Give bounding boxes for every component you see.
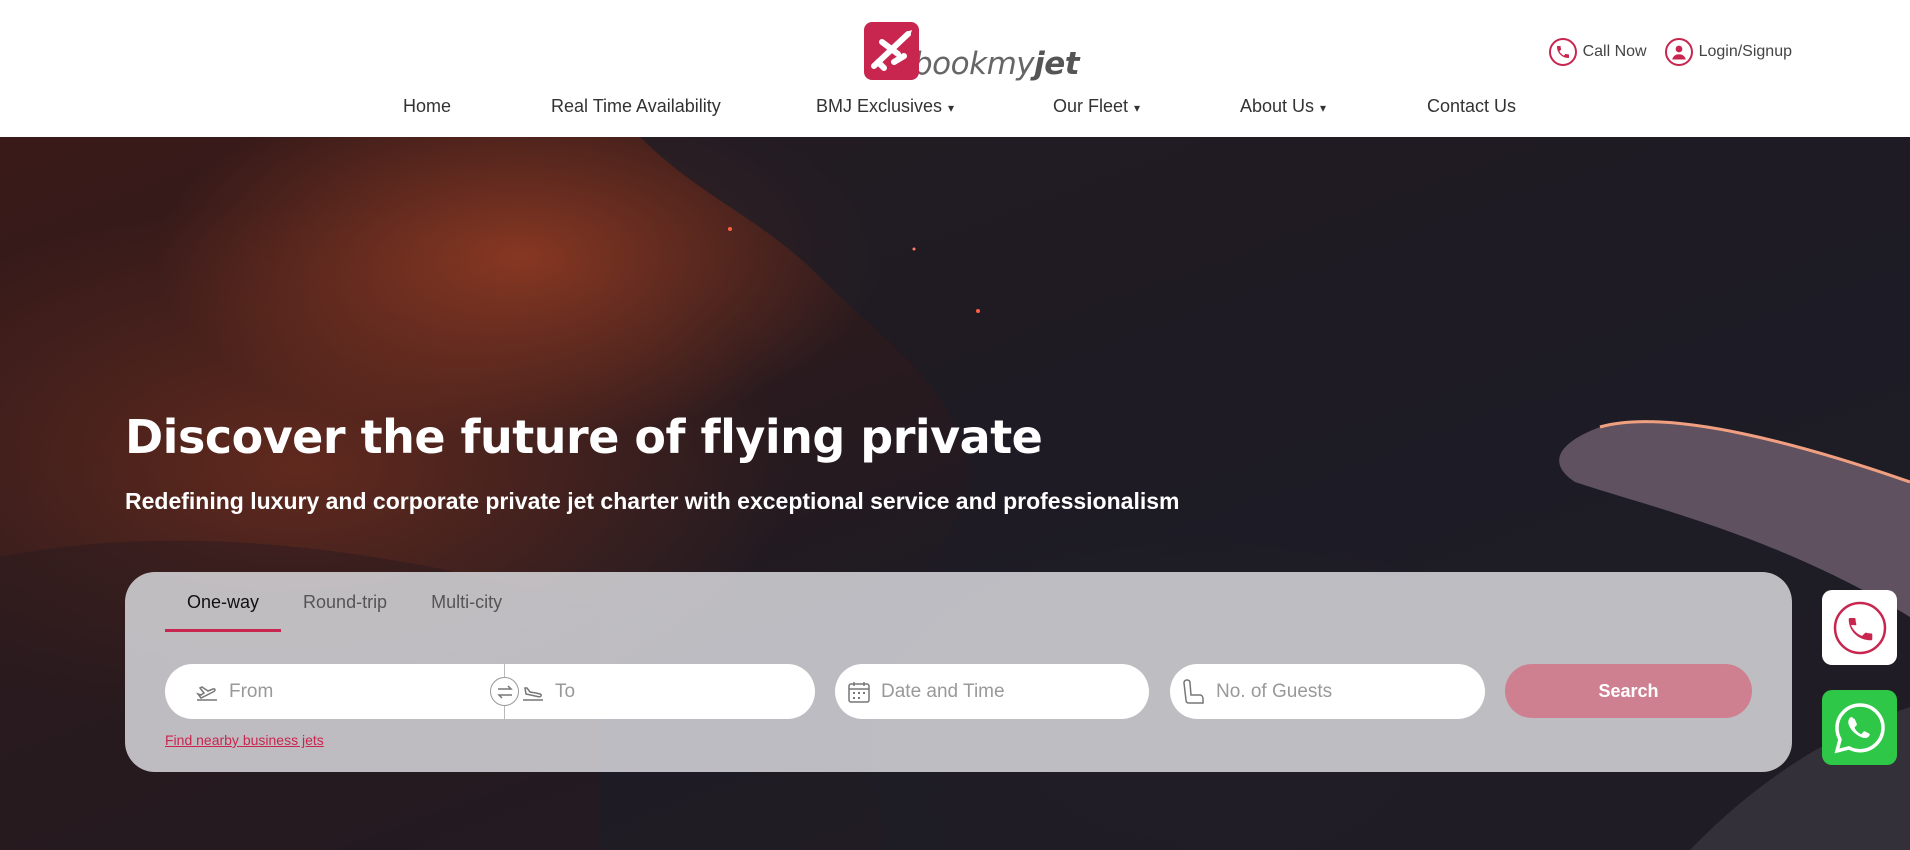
nav-about-us-label: About Us <box>1240 96 1315 116</box>
main-nav: Home Real Time Availability BMJ Exclusiv… <box>0 96 1910 120</box>
logo-plane-icon <box>864 22 919 80</box>
date-placeholder: Date and Time <box>881 680 1005 702</box>
logo-wordmark: bookmyjet <box>913 46 1080 82</box>
to-placeholder: To <box>555 680 576 702</box>
brand-logo[interactable]: bookmyjet <box>864 22 1080 82</box>
tab-round-trip[interactable]: Round-trip <box>281 572 409 632</box>
hero-title: Discover the future of flying private <box>125 410 1043 464</box>
tab-multi-city[interactable]: Multi-city <box>409 572 524 632</box>
flight-search-panel: One-way Round-trip Multi-city From To Da… <box>125 572 1792 772</box>
hero-section: Discover the future of flying private Re… <box>0 137 1910 850</box>
floating-whatsapp-button[interactable] <box>1822 690 1897 765</box>
tab-one-way[interactable]: One-way <box>165 572 282 632</box>
hero-subtitle: Redefining luxury and corporate private … <box>125 488 1180 514</box>
phone-icon <box>1833 601 1886 654</box>
seat-icon <box>1182 678 1206 706</box>
login-signup-label: Login/Signup <box>1698 43 1792 60</box>
calendar-icon <box>847 680 871 704</box>
landing-icon <box>521 682 545 702</box>
call-now-label: Call Now <box>1582 43 1647 60</box>
whatsapp-icon <box>1834 702 1885 753</box>
date-time-input[interactable]: Date and Time <box>835 664 1149 719</box>
from-to-field: From To <box>165 664 815 719</box>
login-signup-link[interactable]: Login/Signup <box>1664 38 1792 66</box>
nav-our-fleet-label: Our Fleet <box>1053 96 1129 116</box>
floating-call-button[interactable] <box>1822 590 1897 665</box>
nav-bmj-exclusives-label: BMJ Exclusives <box>816 96 943 116</box>
user-icon <box>1664 38 1693 66</box>
call-now-link[interactable]: Call Now <box>1548 38 1647 66</box>
nav-real-time-availability[interactable]: Real Time Availability <box>551 96 721 117</box>
nav-bmj-exclusives[interactable]: BMJ Exclusives ▾ <box>816 96 954 117</box>
phone-icon <box>1548 38 1577 66</box>
from-input[interactable]: From <box>165 664 505 719</box>
from-placeholder: From <box>229 680 274 702</box>
nav-our-fleet[interactable]: Our Fleet ▾ <box>1053 96 1140 117</box>
chevron-down-icon: ▾ <box>1134 101 1141 115</box>
to-input[interactable]: To <box>505 664 815 719</box>
guests-input[interactable]: No. of Guests <box>1170 664 1485 719</box>
search-button[interactable]: Search <box>1505 664 1752 718</box>
takeoff-icon <box>195 682 219 702</box>
nav-home[interactable]: Home <box>403 96 451 117</box>
chevron-down-icon: ▾ <box>1320 101 1327 115</box>
find-nearby-jets-link[interactable]: Find nearby business jets <box>165 732 324 748</box>
nav-about-us[interactable]: About Us ▾ <box>1240 96 1326 117</box>
guests-placeholder: No. of Guests <box>1216 680 1333 702</box>
site-header: bookmyjet Call Now Login/Signup Home Rea… <box>0 0 1910 137</box>
nav-contact-us[interactable]: Contact Us <box>1427 96 1516 117</box>
trip-type-tabs: One-way Round-trip Multi-city <box>165 572 524 632</box>
chevron-down-icon: ▾ <box>948 101 955 115</box>
